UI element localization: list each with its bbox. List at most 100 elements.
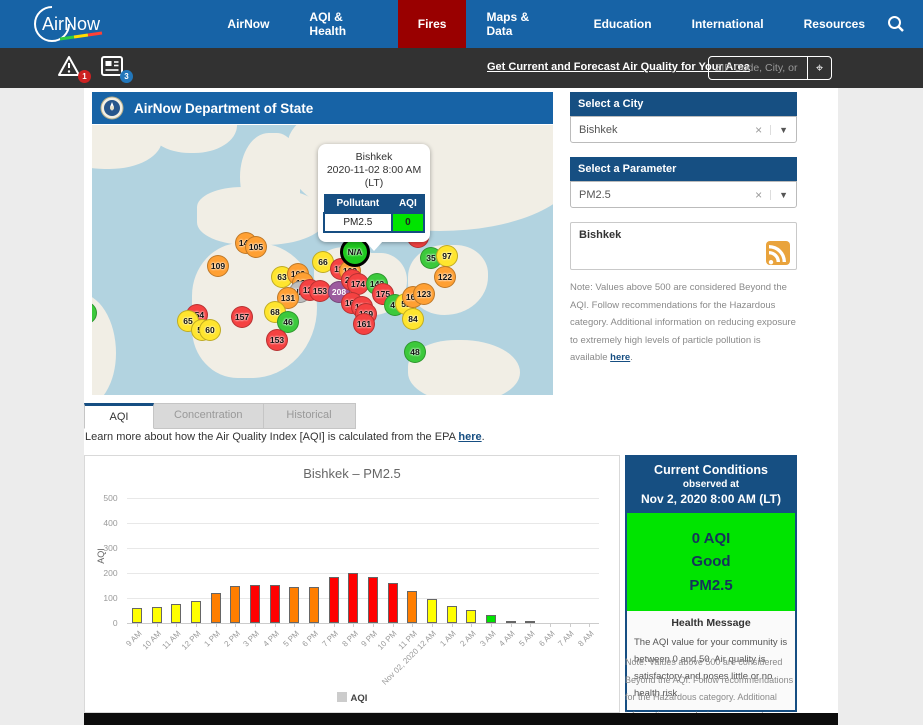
chart-x-tick <box>570 623 571 627</box>
chart-bar-10-am[interactable] <box>152 607 162 623</box>
map-marker[interactable]: 157 <box>231 306 253 328</box>
chart-gridline <box>127 623 599 624</box>
chart-x-tick <box>176 623 177 627</box>
map-marker[interactable]: 161 <box>353 313 375 335</box>
chart-bar-4-am[interactable] <box>506 621 516 624</box>
chart-bar-nov-02-2020-12-am[interactable] <box>427 599 437 623</box>
parameter-clear-icon[interactable]: × <box>747 188 770 202</box>
select-city-header: Select a City <box>570 92 797 116</box>
chart-x-tick <box>294 623 295 627</box>
rss-feed-icon[interactable] <box>766 241 790 265</box>
chart-x-tick <box>157 623 158 627</box>
tab-aqi[interactable]: AQI <box>84 403 154 429</box>
footer-bar <box>84 713 838 725</box>
city-clear-icon[interactable]: × <box>747 123 770 137</box>
map-title: AirNow Department of State <box>134 101 313 116</box>
chart-x-tick <box>314 623 315 627</box>
chart-x-label: 6 PM <box>301 629 321 649</box>
popup-timezone: (LT) <box>323 177 425 190</box>
map-marker[interactable]: 109 <box>207 255 229 277</box>
sidebar-note: Note: Values above 500 are considered Be… <box>570 279 797 367</box>
chart-x-label: 3 PM <box>242 629 262 649</box>
chart-bar-1-am[interactable] <box>447 606 457 624</box>
map-marker[interactable]: 60 <box>199 319 221 341</box>
chart-tabs: AQIConcentrationHistorical <box>84 403 356 429</box>
chart-bar-3-pm[interactable] <box>250 585 260 623</box>
alerts-badge: 1 <box>78 70 91 83</box>
popup-city: Bishkek <box>323 151 425 164</box>
chart-bar-8-pm[interactable] <box>348 573 358 623</box>
chart-gridline <box>127 573 599 574</box>
chart-bar-2-am[interactable] <box>466 610 476 623</box>
chart-gridline <box>127 523 599 524</box>
chart-x-tick <box>196 623 197 627</box>
chart-bar-4-pm[interactable] <box>270 585 280 623</box>
map-marker[interactable]: 48 <box>404 341 426 363</box>
chart-x-label: 2 AM <box>458 629 477 648</box>
nav-search-button[interactable] <box>885 0 923 48</box>
chart-bar-10-pm[interactable] <box>388 583 398 623</box>
nav-item-maps-data[interactable]: Maps & Data <box>466 0 573 48</box>
airnow-logo[interactable]: AirNow <box>30 0 207 48</box>
nav-item-education[interactable]: Education <box>574 0 672 48</box>
chart-x-tick <box>550 623 551 627</box>
utility-bar: 1 3 Get Current and Forecast Air Quality… <box>0 48 923 88</box>
chart-bar-11-pm[interactable] <box>407 591 417 623</box>
popup-pollutant-value: PM2.5 <box>324 213 392 232</box>
legend-swatch <box>337 692 347 702</box>
chart-x-label: 7 AM <box>557 629 576 648</box>
city-chevron-down-icon[interactable]: ▼ <box>770 125 796 135</box>
map-marker[interactable]: 153 <box>266 329 288 351</box>
chart-bar-6-pm[interactable] <box>309 587 319 623</box>
nav-item-airnow[interactable]: AirNow <box>207 0 289 48</box>
chart-x-tick <box>353 623 354 627</box>
city-select[interactable]: Bishkek × ▼ <box>570 116 797 143</box>
sidebar-note-here-link[interactable]: here <box>610 352 630 363</box>
tab-historical[interactable]: Historical <box>264 403 356 429</box>
legend-label: AQI <box>351 693 368 704</box>
chart-gridline <box>127 498 599 499</box>
airnow-logo-graphic: AirNow <box>30 2 180 46</box>
alerts-button[interactable]: 1 <box>58 55 84 79</box>
popup-datetime: 2020-11-02 8:00 AM <box>323 164 425 177</box>
health-message-title: Health Message <box>634 617 788 629</box>
chart-bar-11-am[interactable] <box>171 604 181 623</box>
parameter-chevron-down-icon[interactable]: ▼ <box>770 190 796 200</box>
zip-locate-button[interactable]: ⌖ <box>807 57 831 79</box>
chart-x-label: 6 AM <box>537 629 556 648</box>
map-card-header: AirNow Department of State <box>92 92 553 124</box>
chart-bar-9-am[interactable] <box>132 608 142 624</box>
map-marker[interactable]: 105 <box>245 236 267 258</box>
tab-concentration[interactable]: Concentration <box>154 403 264 429</box>
map-marker[interactable]: 97 <box>436 245 458 267</box>
nav-item-aqi-health[interactable]: AQI & Health <box>289 0 397 48</box>
learn-more-here-link[interactable]: here <box>458 431 481 443</box>
map-marker[interactable]: 122 <box>434 266 456 288</box>
chart-x-tick <box>452 623 453 627</box>
chart-bar-3-am[interactable] <box>486 615 496 623</box>
world-map[interactable]: N/A66141105109134359712263109130N/A12815… <box>92 125 553 395</box>
chart-bar-12-pm[interactable] <box>191 601 201 624</box>
chart-x-tick <box>530 623 531 627</box>
chart-bar-9-pm[interactable] <box>368 577 378 623</box>
nav-item-fires[interactable]: Fires <box>398 0 467 48</box>
chart-x-tick <box>491 623 492 627</box>
map-popup: Bishkek 2020-11-02 8:00 AM (LT) Pollutan… <box>318 144 430 242</box>
zip-search-input[interactable] <box>709 57 807 79</box>
map-marker[interactable]: 123 <box>413 283 435 305</box>
map-marker[interactable]: 84 <box>402 308 424 330</box>
popup-aqi-value: 0 <box>392 213 424 232</box>
chart-bar-1-pm[interactable] <box>211 593 221 624</box>
chart-bar-5-am[interactable] <box>525 621 535 623</box>
rss-box: Bishkek <box>570 222 797 270</box>
page-content: AirNow Department of State N/A6614110510… <box>84 88 838 725</box>
chart-x-label: 10 PM <box>376 629 399 652</box>
chart-bar-2-pm[interactable] <box>230 586 240 623</box>
chart-y-tick: 0 <box>113 618 118 628</box>
chart-bar-7-pm[interactable] <box>329 577 339 623</box>
nav-item-resources[interactable]: Resources <box>784 0 885 48</box>
news-button[interactable]: 3 <box>100 55 126 79</box>
parameter-select[interactable]: PM2.5 × ▼ <box>570 181 797 208</box>
chart-bar-5-pm[interactable] <box>289 587 299 623</box>
nav-item-international[interactable]: International <box>672 0 784 48</box>
